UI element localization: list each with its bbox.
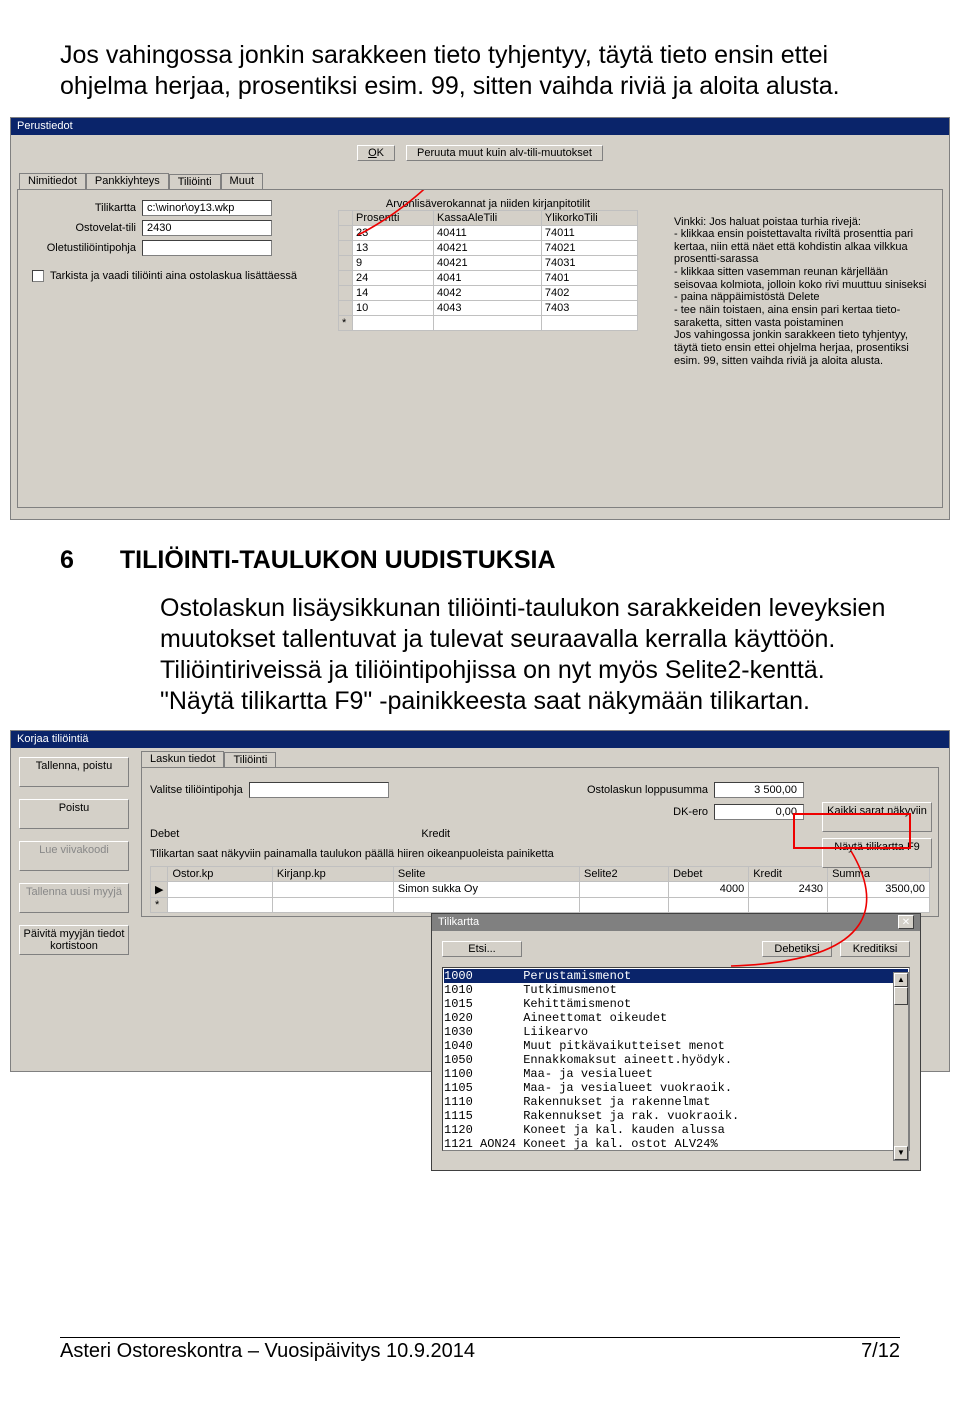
col-kirjanpkp[interactable]: Kirjanp.kp [272,866,393,881]
table-row[interactable]: ▶ Simon sukka Oy 4000 2430 3500,00 [151,881,930,897]
oletus-label: Oletustiliöintipohja [26,242,136,254]
ok-button[interactable]: OOKK [357,145,395,161]
alv-table[interactable]: Prosentti KassaAleTili YlikorkoTili 2340… [338,210,638,331]
tallenna-poistu-button[interactable]: Tallenna, poistu [19,757,129,787]
footer-left: Asteri Ostoreskontra – Vuosipäivitys 10.… [60,1340,475,1363]
tilikartta-label: Tilikartta [26,202,136,214]
paivita-myyja-button[interactable]: Päivitä myyjän tiedot kortistoon [19,925,129,955]
table-row-new[interactable]: * [151,897,930,912]
intro-paragraph: Jos vahingossa jonkin sarakkeen tieto ty… [60,40,900,103]
debet-label: Debet [150,828,179,840]
list-item[interactable]: 1100 Maa- ja vesialueet [444,1067,908,1081]
col-ylikorko[interactable]: YlikorkoTili [541,210,637,225]
list-item[interactable]: 1120 Koneet ja kal. kauden alussa [444,1123,908,1137]
tab-panel: Tilikartta c:\winor\oy13.wkp Ostovelat-t… [17,189,943,508]
close-icon[interactable]: ✕ [898,915,914,929]
tiliointi-table[interactable]: Ostor.kp Kirjanp.kp Selite Selite2 Debet… [150,866,930,913]
scrollbar[interactable]: ▲ ▼ [893,972,909,1161]
tilikartta-input[interactable]: c:\winor\oy13.wkp [142,200,272,216]
hint-line: Tilikartan saat näkyviin painamalla taul… [150,848,930,860]
table-row[interactable]: 234041174011 [339,225,638,240]
hint-text: Vinkki: Jos haluat poistaa turhia rivejä… [674,216,934,368]
window-titlebar: Korjaa tiliöintiä [11,731,949,748]
list-item[interactable]: 1110 Rakennukset ja rakennelmat [444,1095,908,1109]
col-ostorkp[interactable]: Ostor.kp [168,866,272,881]
nayta-tilikartta-button[interactable]: Näytä tilikartta F9 [822,838,932,868]
tab-pankkiyhteys[interactable]: Pankkiyhteys [86,173,169,189]
col-kredit[interactable]: Kredit [749,866,828,881]
tab-muut[interactable]: Muut [221,173,263,189]
list-item[interactable]: 1040 Muut pitkävaikutteiset menot [444,1039,908,1053]
tallenna-uusi-myyja-button: Tallenna uusi myyjä [19,883,129,913]
list-item[interactable]: 1105 Maa- ja vesialueet vuokraoik. [444,1081,908,1095]
tilikartta-title: Tilikartta [438,916,479,928]
table-row[interactable]: 134042174021 [339,240,638,255]
list-item[interactable]: 1050 Ennakkomaksut aineett.hyödyk. [444,1053,908,1067]
tabstrip: Nimitiedot Pankkiyhteys Tiliöinti Muut [19,173,949,189]
col-selite2[interactable]: Selite2 [579,866,668,881]
list-item[interactable]: 1115 Rakennukset ja rak. vuokraoik. [444,1109,908,1123]
checkbox-icon [32,270,44,282]
page-footer: Asteri Ostoreskontra – Vuosipäivitys 10.… [60,1337,900,1363]
tab-tiliointi[interactable]: Tiliöinti [169,174,221,190]
table-row[interactable]: 1440427402 [339,285,638,300]
etsi-button[interactable]: Etsi... [442,941,522,957]
kreditiksi-button[interactable]: Kreditiksi [840,941,910,957]
col-debet[interactable]: Debet [669,866,749,881]
kredit-label: Kredit [421,828,450,840]
ostovelat-input[interactable]: 2430 [142,220,272,236]
korjaa-tiliointia-window: Korjaa tiliöintiä Tallenna, poistu Poist… [10,730,950,1072]
tab-tiliointi-2[interactable]: Tiliöinti [224,752,276,768]
list-item[interactable]: 1015 Kehittämismenot [444,997,908,1011]
list-item[interactable]: 1030 Liikearvo [444,1025,908,1039]
window-titlebar: Perustiedot [11,118,949,135]
valitse-input[interactable] [249,782,389,798]
table-row-new[interactable]: * [339,315,638,330]
footer-right: 7/12 [861,1340,900,1363]
section-number: 6 [60,546,74,575]
alv-grid: Arvonlisäverokannat ja niiden kirjanpito… [338,198,638,331]
tilikartta-list[interactable]: 1000 Perustamismenot1010 Tutkimusmenot10… [442,967,910,1151]
poistu-button[interactable]: Poistu [19,799,129,829]
checkbox-label: Tarkista ja vaadi tiliöinti aina ostolas… [50,270,297,282]
loppusumma-label: Ostolaskun loppusumma [587,784,708,796]
dkero-label: DK-ero [673,806,708,818]
col-summa[interactable]: Summa [828,866,930,881]
loppusumma-value: 3 500,00 [714,782,804,798]
section-title: TILIÖINTI-TAULUKON UUDISTUKSIA [120,546,556,575]
oletus-input[interactable] [142,240,272,256]
col-kassaale[interactable]: KassaAleTili [434,210,542,225]
tab-nimitiedot[interactable]: Nimitiedot [19,173,86,189]
scroll-thumb[interactable] [894,987,908,1005]
list-item[interactable]: 1000 Perustamismenot [444,969,908,983]
table-row[interactable]: 94042174031 [339,255,638,270]
scroll-up-icon[interactable]: ▲ [894,973,908,987]
perustiedot-window: Perustiedot OOKK Peruuta muut kuin alv-t… [10,117,950,520]
kaikki-sarat-button[interactable]: Kaikki sarat näkyviin [822,802,932,832]
left-button-column: Tallenna, poistu Poistu Lue viivakoodi T… [19,757,129,955]
cancel-button[interactable]: Peruuta muut kuin alv-tili-muutokset [406,145,603,161]
valitse-label: Valitse tiliöintipohja [150,784,243,796]
col-selite[interactable]: Selite [393,866,579,881]
tilikartta-titlebar: Tilikartta ✕ [432,914,920,931]
grid-title: Arvonlisäverokannat ja niiden kirjanpito… [338,198,638,210]
dkero-value: 0,00 [714,804,804,820]
debetiksi-button[interactable]: Debetiksi [762,941,832,957]
list-item[interactable]: 1010 Tutkimusmenot [444,983,908,997]
lue-viivakoodi-button: Lue viivakoodi [19,841,129,871]
list-item[interactable]: 1121 AON24 Koneet ja kal. ostot ALV24% [444,1137,908,1151]
scroll-down-icon[interactable]: ▼ [894,1146,908,1160]
tilikartta-window: Tilikartta ✕ Etsi... Debetiksi Kreditiks… [431,913,921,1171]
col-prosentti[interactable]: Prosentti [353,210,434,225]
ostovelat-label: Ostovelat-tili [26,222,136,234]
table-row[interactable]: 2440417401 [339,270,638,285]
tab-laskun-tiedot[interactable]: Laskun tiedot [141,751,224,767]
table-row[interactable]: 1040437403 [339,300,638,315]
list-item[interactable]: 1020 Aineettomat oikeudet [444,1011,908,1025]
section-body: Ostolaskun lisäysikkunan tiliöinti-taulu… [160,593,900,718]
